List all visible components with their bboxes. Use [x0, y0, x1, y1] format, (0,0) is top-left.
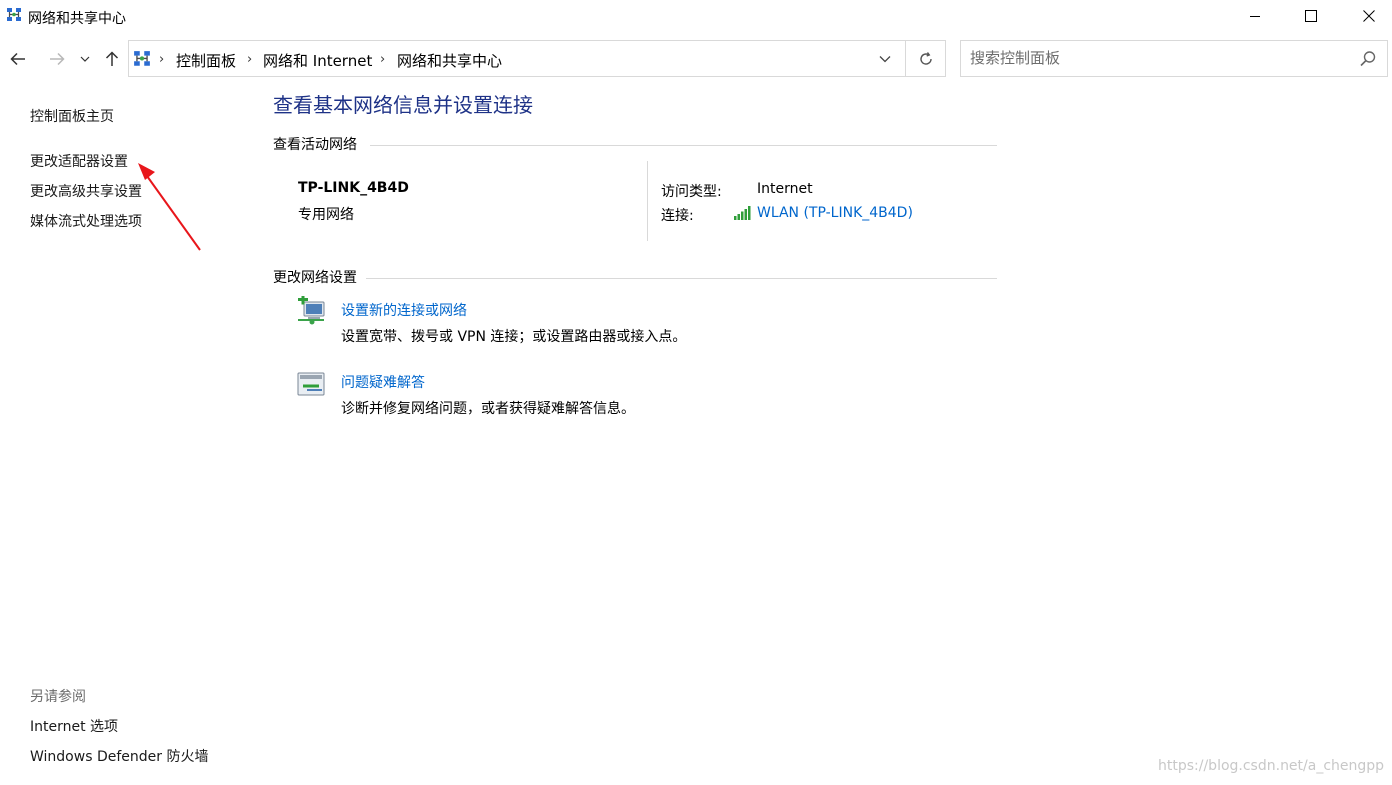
breadcrumb-control-panel[interactable]: 控制面板	[176, 50, 236, 71]
troubleshoot-description: 诊断并修复网络问题，或者获得疑难解答信息。	[341, 401, 635, 417]
wifi-signal-icon	[734, 206, 751, 220]
search-input[interactable]	[970, 49, 1350, 67]
up-arrow-icon	[105, 51, 119, 66]
maximize-button[interactable]	[1288, 0, 1334, 32]
address-bar[interactable]: › 控制面板 › 网络和 Internet › 网络和共享中心	[128, 40, 946, 77]
connection-label: 连接:	[661, 208, 694, 224]
close-button[interactable]	[1346, 0, 1392, 32]
change-network-settings-heading: 更改网络设置	[273, 270, 357, 286]
forward-arrow-icon	[50, 52, 65, 66]
sidebar-link-windows-defender-firewall[interactable]: Windows Defender 防火墙	[30, 746, 208, 766]
back-arrow-icon	[10, 52, 25, 66]
maximize-icon	[1305, 10, 1317, 22]
chevron-down-icon	[80, 56, 90, 62]
breadcrumb-network-internet[interactable]: 网络和 Internet	[263, 50, 372, 71]
active-networks-heading: 查看活动网络	[273, 137, 357, 153]
minimize-icon	[1250, 16, 1260, 17]
troubleshoot-icon	[297, 372, 325, 396]
address-history-button[interactable]	[873, 41, 897, 76]
network-name: TP-LINK_4B4D	[298, 180, 409, 196]
see-also-heading: 另请参阅	[30, 689, 86, 705]
breadcrumb-separator-icon[interactable]: ›	[247, 52, 252, 67]
sidebar-link-internet-options[interactable]: Internet 选项	[30, 716, 118, 736]
refresh-button[interactable]	[907, 41, 945, 76]
setup-new-connection-description: 设置宽带、拨号或 VPN 连接；或设置路由器或接入点。	[341, 329, 687, 345]
recent-locations-button[interactable]	[76, 46, 94, 72]
sidebar-link-change-adapter-settings[interactable]: 更改适配器设置	[30, 151, 128, 171]
wlan-connection-link[interactable]: WLAN (TP-LINK_4B4D)	[757, 205, 913, 221]
breadcrumb-separator-icon[interactable]: ›	[380, 52, 385, 67]
search-box[interactable]	[960, 40, 1388, 77]
sidebar-link-advanced-sharing-settings[interactable]: 更改高级共享设置	[30, 181, 142, 201]
search-icon[interactable]	[1359, 50, 1377, 68]
breadcrumb-separator-icon[interactable]: ›	[159, 52, 164, 67]
address-divider	[905, 41, 906, 76]
setup-new-connection-link[interactable]: 设置新的连接或网络	[341, 300, 467, 320]
network-category: 专用网络	[298, 207, 354, 223]
sidebar-link-media-streaming-options[interactable]: 媒体流式处理选项	[30, 211, 142, 231]
minimize-button[interactable]	[1232, 0, 1278, 32]
network-info-divider	[647, 161, 648, 241]
watermark: https://blog.csdn.net/a_chengpp	[1158, 758, 1385, 774]
troubleshoot-link[interactable]: 问题疑难解答	[341, 372, 425, 392]
forward-button[interactable]	[44, 46, 70, 72]
section-divider	[366, 278, 997, 279]
chevron-down-icon	[879, 55, 891, 62]
close-icon	[1363, 10, 1375, 22]
back-button[interactable]	[5, 46, 31, 72]
access-type-value: Internet	[757, 181, 813, 197]
access-type-label: 访问类型:	[661, 184, 722, 200]
network-center-icon	[134, 51, 150, 66]
network-center-icon	[7, 8, 21, 21]
window-title: 网络和共享中心	[28, 11, 126, 27]
new-connection-icon	[298, 296, 325, 325]
title-bar: 网络和共享中心	[0, 0, 1392, 34]
up-button[interactable]	[99, 46, 125, 72]
annotation-arrow	[138, 163, 201, 251]
refresh-icon	[920, 51, 932, 65]
sidebar-link-control-panel-home[interactable]: 控制面板主页	[30, 106, 114, 126]
page-title: 查看基本网络信息并设置连接	[273, 93, 533, 117]
breadcrumb-network-sharing-center[interactable]: 网络和共享中心	[397, 50, 502, 71]
section-divider	[370, 145, 997, 146]
